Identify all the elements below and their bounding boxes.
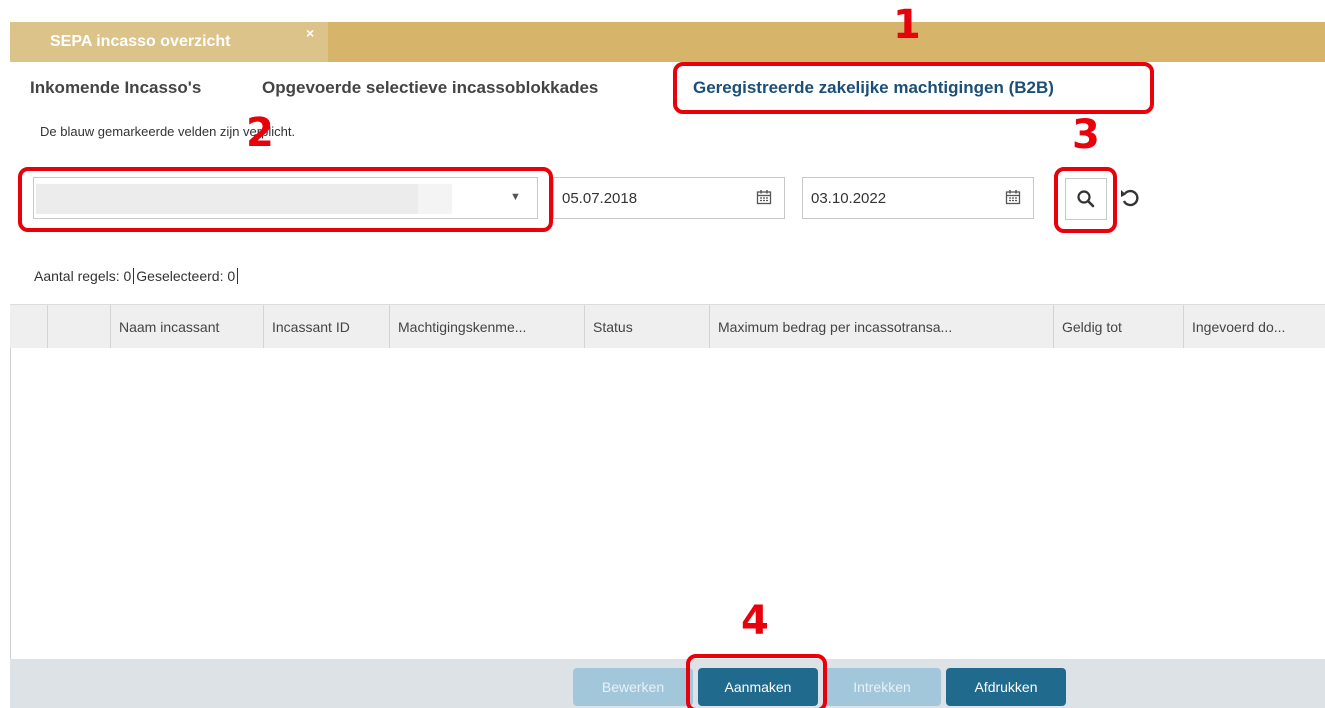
column-select[interactable]: [48, 305, 111, 349]
column-expander[interactable]: [10, 305, 48, 349]
column-maximum-bedrag[interactable]: Maximum bedrag per incassotransa...: [710, 305, 1054, 349]
annotation-box-2: [18, 167, 553, 232]
date-from-field[interactable]: 05.07.2018: [553, 177, 785, 219]
annotation-number-1: 1: [893, 2, 921, 48]
table-header: Naam incassant Incassant ID Machtigingsk…: [10, 304, 1325, 349]
row-count-summary: Aantal regels: 0 Geselecteerd: 0: [34, 268, 241, 284]
column-machtigingskenmerk[interactable]: Machtigingskenme...: [390, 305, 585, 349]
close-icon[interactable]: ×: [306, 25, 314, 41]
rows-count: Aantal regels: 0: [34, 268, 132, 284]
afdrukken-button[interactable]: Afdrukken: [946, 668, 1066, 706]
subtab-inkomende-incassos[interactable]: Inkomende Incasso's: [30, 78, 201, 98]
date-to-value[interactable]: 03.10.2022: [811, 190, 886, 207]
annotation-number-4: 4: [741, 598, 769, 644]
annotation-box-4: [686, 654, 827, 708]
annotation-number-2: 2: [246, 110, 274, 156]
count-separator: [237, 268, 241, 284]
column-status[interactable]: Status: [585, 305, 710, 349]
column-geldig-tot[interactable]: Geldig tot: [1054, 305, 1184, 349]
column-naam-incassant[interactable]: Naam incassant: [111, 305, 264, 349]
tab-title[interactable]: SEPA incasso overzicht: [50, 33, 231, 51]
bewerken-button[interactable]: Bewerken: [573, 668, 693, 706]
annotation-box-1: [673, 62, 1154, 114]
intrekken-button[interactable]: Intrekken: [823, 668, 941, 706]
calendar-icon[interactable]: [1005, 189, 1021, 205]
annotation-box-3: [1054, 167, 1117, 233]
date-from-value[interactable]: 05.07.2018: [562, 190, 637, 207]
refresh-icon[interactable]: [1118, 186, 1142, 210]
selected-count: Geselecteerd: 0: [133, 268, 236, 284]
date-to-field[interactable]: 03.10.2022: [802, 177, 1034, 219]
column-incassant-id[interactable]: Incassant ID: [264, 305, 390, 349]
subtab-incassoblokkades[interactable]: Opgevoerde selectieve incassoblokkades: [262, 78, 598, 98]
calendar-icon[interactable]: [756, 189, 772, 205]
column-ingevoerd-door[interactable]: Ingevoerd do...: [1184, 305, 1325, 349]
annotation-number-3: 3: [1072, 112, 1100, 158]
table-body: [10, 348, 1325, 659]
